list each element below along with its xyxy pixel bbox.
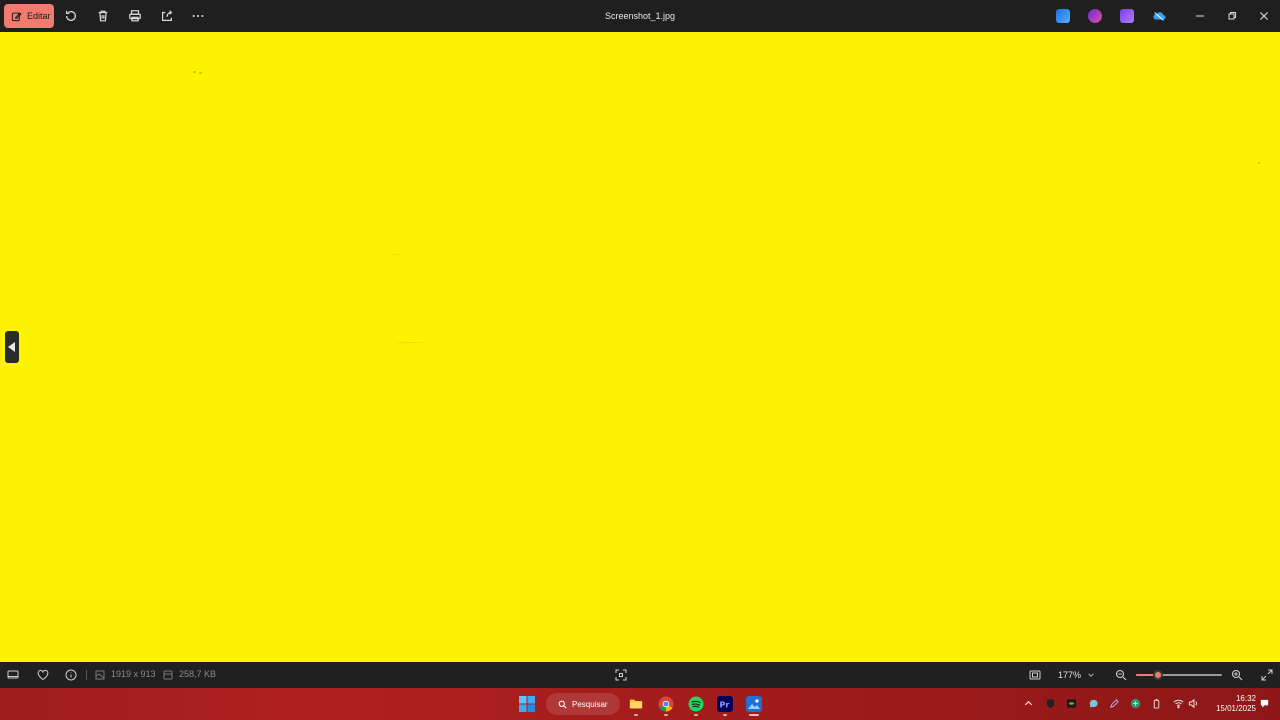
- pen-tray-icon[interactable]: [1108, 697, 1120, 709]
- battery-icon[interactable]: [1150, 697, 1162, 709]
- edit-button[interactable]: Editar: [4, 4, 54, 28]
- status-bar: 1919 x 913 258,7 KB 177%: [0, 662, 1280, 688]
- zoom-slider[interactable]: [1136, 670, 1222, 680]
- divider: [86, 670, 87, 680]
- rotate-icon[interactable]: [63, 8, 79, 24]
- chevron-left-icon: [8, 342, 15, 352]
- discord-tray-icon[interactable]: [1087, 697, 1099, 709]
- designer-icon[interactable]: [1088, 9, 1102, 23]
- file-size-icon: [161, 668, 175, 682]
- image-speck: [1258, 162, 1260, 164]
- spotify-icon[interactable]: [687, 695, 705, 713]
- premiere-pro-icon[interactable]: Pr: [716, 695, 734, 713]
- svg-text:Pr: Pr: [720, 701, 730, 710]
- start-windows-icon[interactable]: [518, 695, 536, 713]
- taskbar-search[interactable]: Pesquisar: [546, 693, 620, 715]
- zoom-slider-thumb[interactable]: [1153, 670, 1164, 680]
- fullscreen-icon[interactable]: [1260, 668, 1274, 682]
- onedrive-icon[interactable]: [1151, 9, 1167, 23]
- more-options-icon[interactable]: [190, 8, 206, 24]
- photos-app-icon[interactable]: [1056, 9, 1070, 23]
- image-speck: [390, 254, 400, 255]
- zoom-in-icon[interactable]: [1230, 668, 1244, 682]
- taskbar: Pesquisar Pr 16:32 15/01/2025: [0, 688, 1280, 720]
- filmstrip-icon[interactable]: [6, 668, 20, 682]
- file-size: 258,7 KB: [179, 669, 217, 679]
- image-dimensions: 1919 x 913: [111, 669, 156, 679]
- search-icon: [558, 700, 567, 709]
- vpn-tray-icon[interactable]: [1129, 697, 1141, 709]
- zoom-out-icon[interactable]: [1114, 668, 1128, 682]
- favorite-heart-icon[interactable]: [36, 668, 50, 682]
- delete-icon[interactable]: [95, 8, 111, 24]
- edit-icon: [11, 11, 22, 21]
- dimensions-icon: [93, 668, 107, 682]
- chevron-down-icon: [1088, 673, 1094, 677]
- title-bar: Editar Screenshot_1.jpg: [0, 0, 1280, 32]
- close-icon[interactable]: [1256, 8, 1272, 24]
- wifi-icon[interactable]: [1172, 697, 1184, 709]
- image-speck: [193, 71, 196, 73]
- shield-tray-icon[interactable]: [1044, 697, 1056, 709]
- search-label: Pesquisar: [572, 699, 608, 709]
- share-icon[interactable]: [159, 8, 175, 24]
- clipchamp-icon[interactable]: [1120, 9, 1134, 23]
- image-speck: [396, 342, 424, 343]
- info-icon[interactable]: [64, 668, 78, 682]
- actual-size-icon[interactable]: [614, 668, 628, 682]
- running-indicator: [694, 714, 698, 716]
- fit-to-window-icon[interactable]: [1028, 668, 1042, 682]
- minimize-icon[interactable]: [1192, 8, 1208, 24]
- image-speck: [199, 72, 202, 74]
- print-icon[interactable]: [127, 8, 143, 24]
- show-hidden-icons-chevron-up-icon[interactable]: [1022, 697, 1034, 709]
- zoom-level: 177%: [1058, 670, 1082, 680]
- zoom-level-dropdown[interactable]: 177%: [1052, 667, 1100, 683]
- photos-taskbar-icon[interactable]: [745, 695, 763, 713]
- clock-date: 15/01/2025: [1215, 704, 1256, 713]
- previous-image-button[interactable]: [5, 331, 19, 363]
- volume-icon[interactable]: [1187, 697, 1199, 709]
- system-clock[interactable]: 16:32 15/01/2025: [1204, 694, 1256, 714]
- restore-icon[interactable]: [1224, 8, 1240, 24]
- image-canvas[interactable]: [0, 32, 1280, 662]
- file-explorer-icon[interactable]: [627, 695, 645, 713]
- running-indicator: [634, 714, 638, 716]
- running-indicator: [664, 714, 668, 716]
- chrome-icon[interactable]: [657, 695, 675, 713]
- notifications-icon[interactable]: [1258, 697, 1270, 709]
- running-indicator: [723, 714, 727, 716]
- active-indicator: [749, 714, 759, 716]
- edit-button-label: Editar: [27, 11, 51, 21]
- nvidia-tray-icon[interactable]: [1065, 697, 1077, 709]
- clock-time: 16:32: [1235, 694, 1256, 703]
